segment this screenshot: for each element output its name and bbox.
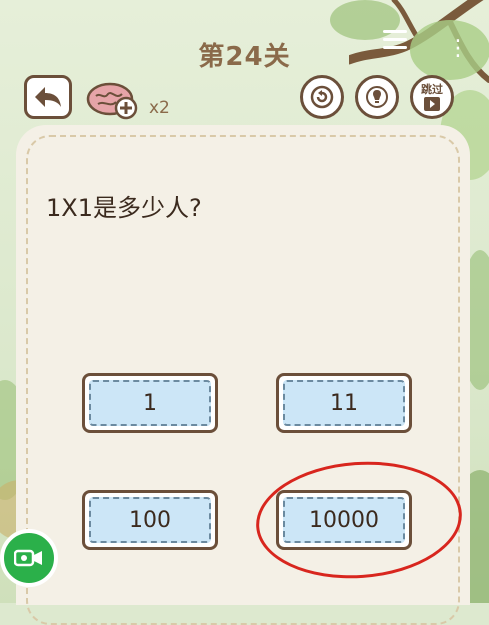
- restart-button[interactable]: [300, 75, 344, 119]
- hint-count: x2: [149, 98, 170, 118]
- back-arrow-icon: [35, 87, 61, 107]
- answer-label: 1: [89, 380, 211, 426]
- skip-video-icon: [424, 96, 440, 111]
- answer-label: 11: [283, 380, 405, 426]
- answer-option-1[interactable]: 1: [82, 373, 218, 433]
- skip-label: 跳过: [421, 82, 443, 96]
- answer-option-3[interactable]: 100: [82, 490, 218, 550]
- skip-button[interactable]: 跳过: [410, 75, 454, 119]
- back-button[interactable]: [24, 75, 72, 119]
- menu-icon[interactable]: [383, 30, 407, 50]
- answer-label: 100: [89, 497, 211, 543]
- level-title: 第24关: [198, 42, 291, 72]
- brain-plus-icon[interactable]: [86, 82, 142, 120]
- lightbulb-icon: [366, 86, 388, 108]
- video-camera-icon: [14, 549, 42, 567]
- video-record-button[interactable]: [0, 529, 58, 587]
- more-icon[interactable]: ⋮: [447, 36, 470, 61]
- answer-option-2[interactable]: 11: [276, 373, 412, 433]
- question-text: 1X1是多少人?: [46, 194, 202, 222]
- hint-button[interactable]: [355, 75, 399, 119]
- restart-icon: [310, 85, 334, 109]
